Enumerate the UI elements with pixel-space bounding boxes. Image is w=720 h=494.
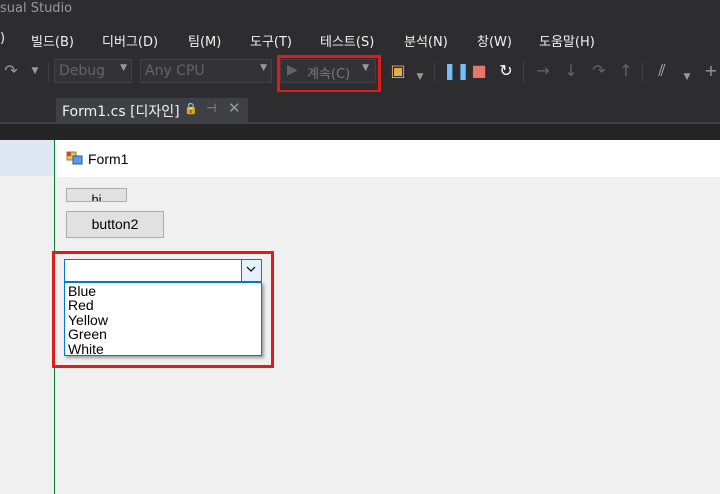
pin-icon[interactable]: ⊣ — [206, 101, 216, 115]
hi-button[interactable]: hi — [66, 188, 127, 202]
button2-label: button2 — [91, 216, 139, 232]
config-value: Debug — [59, 63, 106, 79]
menu-item-test[interactable]: 테스트(S) — [320, 31, 374, 50]
stop-icon[interactable]: ■ — [470, 62, 488, 80]
lock-icon: 🔒 — [184, 102, 198, 115]
left-panel — [0, 140, 54, 494]
tab-form1-design[interactable]: Form1.cs [디자인] 🔒 ⊣ ✕ — [56, 98, 248, 122]
platform-select[interactable]: Any CPU ▼ — [140, 59, 272, 83]
toolbar-separator — [642, 62, 643, 82]
platform-value: Any CPU — [145, 63, 205, 79]
left-panel-header — [0, 140, 54, 176]
form-icon — [66, 151, 83, 165]
button2[interactable]: button2 — [66, 211, 164, 238]
pause-icon[interactable]: ❚❚ — [443, 62, 470, 80]
chevron-down-icon: ▼ — [120, 63, 127, 73]
menu-item-tools[interactable]: 도구(T) — [250, 31, 292, 50]
tab-title: Form1.cs [디자인] — [62, 104, 180, 120]
hi-button-label: hi — [91, 192, 102, 202]
toolbar-separator — [434, 62, 435, 82]
toolbar-separator — [523, 62, 524, 82]
form-title: Form1 — [88, 151, 129, 167]
menu-bar: ) 빌드(B) 디버그(D) 팀(M) 도구(T) 테스트(S) 분석(N) 창… — [0, 22, 720, 54]
toolbar: ↷ ▼ Debug ▼ Any CPU ▼ ▶ 계속(C) ▼ ▣ ▼ ❚❚ ■… — [0, 54, 720, 93]
form-title-bar: Form1 — [55, 140, 720, 177]
redo-icon[interactable]: ↷ — [2, 62, 20, 80]
chevron-down-icon: ▼ — [260, 63, 267, 73]
menu-item-help[interactable]: 도움말(H) — [539, 31, 595, 50]
show-next-statement-icon[interactable]: → — [534, 62, 552, 80]
close-icon[interactable]: ✕ — [228, 99, 241, 117]
menu-item-partial[interactable]: ) — [0, 31, 5, 46]
redo-dropdown-icon[interactable]: ▼ — [26, 62, 44, 80]
config-select[interactable]: Debug ▼ — [54, 59, 132, 83]
add-icon[interactable]: + — [702, 62, 720, 80]
step-into-icon[interactable]: ↓ — [562, 62, 580, 80]
menu-item-debug[interactable]: 디버그(D) — [102, 31, 158, 50]
title-bar: sual Studio — [0, 0, 720, 22]
menu-item-team[interactable]: 팀(M) — [188, 31, 221, 50]
browse-icon[interactable]: ▣ — [389, 62, 407, 80]
document-tab-strip: Form1.cs [디자인] 🔒 ⊣ ✕ — [0, 92, 720, 122]
highlight-box-combobox — [52, 251, 274, 368]
diagnostics-dropdown-icon[interactable]: ▼ — [678, 68, 696, 86]
toolbar-separator — [48, 62, 49, 82]
step-out-icon[interactable]: ↑ — [617, 62, 635, 80]
diagnostics-icon[interactable]: ⫽ — [653, 62, 671, 80]
window-title: sual Studio — [0, 1, 73, 16]
menu-item-build[interactable]: 빌드(B) — [31, 31, 74, 50]
menu-item-analyze[interactable]: 분석(N) — [404, 31, 448, 50]
restart-icon[interactable]: ↻ — [497, 62, 515, 80]
menu-item-window[interactable]: 창(W) — [477, 31, 512, 50]
step-over-icon[interactable]: ↷ — [590, 62, 608, 80]
highlight-box-continue — [277, 55, 381, 93]
editor-top-band — [0, 124, 720, 140]
browse-dropdown-icon[interactable]: ▼ — [411, 68, 429, 86]
